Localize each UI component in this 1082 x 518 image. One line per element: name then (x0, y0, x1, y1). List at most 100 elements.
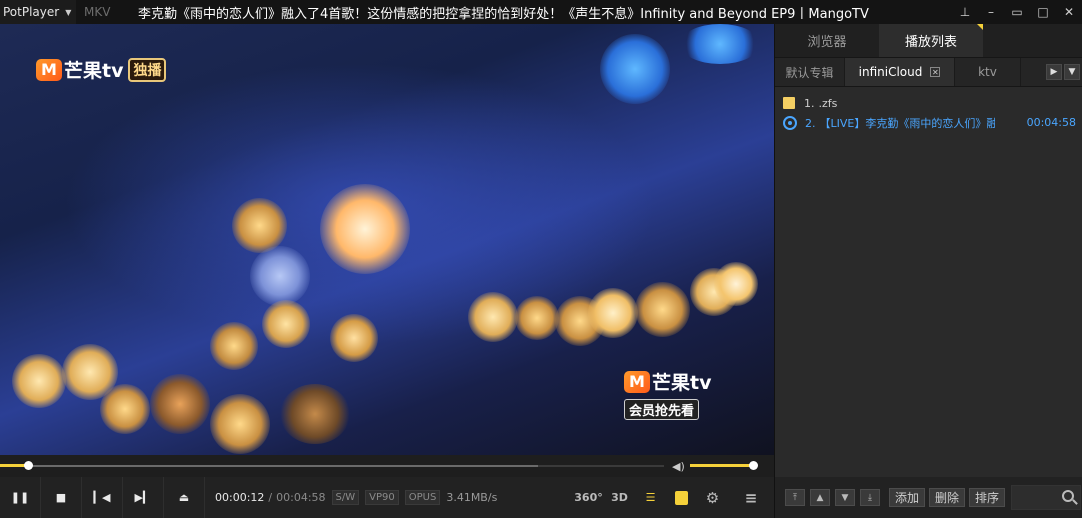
bokeh-light (468, 292, 518, 342)
folder-icon (783, 97, 795, 109)
playlist-toolbar: ⤒ ▲ ▼ ⤓ 添加 删除 排序 (775, 477, 1082, 518)
next-button[interactable]: ▶▎ (123, 477, 164, 518)
renderer-tag[interactable]: S/W (331, 490, 360, 505)
bokeh-light (250, 246, 310, 306)
logo-text: 芒果tv (652, 372, 712, 394)
settings-gear-icon[interactable]: ⚙ (697, 477, 728, 518)
subtab-label: infiniCloud (858, 65, 923, 79)
bokeh-light (262, 300, 310, 348)
subtab-label: 默认专辑 (785, 65, 834, 80)
bokeh-light (635, 282, 690, 337)
mangotv-logo-bottom: M 芒果tv 会员抢先看 (624, 368, 711, 420)
chevron-down-icon: ▼ (65, 7, 72, 17)
menu-icon[interactable]: ≡ (728, 477, 774, 518)
total-duration: 00:04:58 (276, 491, 326, 504)
subtab-nav: ▶ ▼ (1044, 58, 1082, 86)
bokeh-light (600, 34, 670, 104)
restore-icon[interactable]: ▭ (1004, 0, 1030, 24)
bokeh-light (100, 384, 150, 434)
panel-tabs: 浏览器 播放列表 (775, 24, 1082, 57)
next-icon: ▶▎ (134, 491, 152, 504)
add-button[interactable]: 添加 (889, 488, 926, 507)
subtitle-icon[interactable] (666, 477, 697, 518)
search-icon[interactable] (1062, 490, 1075, 502)
volume-icon[interactable]: ◀) (672, 460, 686, 473)
video-codec-tag[interactable]: VP90 (365, 490, 399, 505)
item-index: 1. (804, 96, 815, 110)
bokeh-light (210, 322, 258, 370)
time-separator: / (268, 491, 273, 504)
close-tab-icon[interactable]: ✕ (930, 67, 941, 77)
bokeh-light (210, 394, 270, 454)
bokeh-light (588, 288, 638, 338)
previous-button[interactable]: ▎◀ (82, 477, 123, 518)
item-index: 2. (805, 116, 816, 130)
bokeh-light (330, 314, 378, 362)
subtab-ktv[interactable]: ktv (955, 58, 1021, 86)
delete-button[interactable]: 删除 (929, 488, 966, 507)
bokeh-light (320, 184, 410, 274)
volume-handle[interactable] (748, 461, 758, 470)
now-playing-icon (783, 116, 797, 130)
close-icon[interactable]: ✕ (1056, 0, 1082, 24)
move-up-icon[interactable]: ▲ (810, 489, 830, 506)
item-name: .zfs (818, 96, 838, 110)
app-menu-button[interactable]: PotPlayer ▼ (0, 0, 76, 24)
item-name: 【LIVE】李克勤《雨中的恋人们》融入了4首歌！ (819, 117, 995, 130)
subtab-label: ktv (978, 65, 997, 79)
control-bar: ❚❚ ■ ▎◀ ▶▎ ⏏ 00:00:12 / 00:04:58 S/W VP9… (0, 477, 774, 518)
eject-button[interactable]: ⏏ (164, 477, 205, 518)
360-video-icon[interactable]: 360° (573, 477, 604, 518)
volume-level (690, 464, 753, 467)
chevron-right-icon[interactable]: ▶ (1046, 64, 1062, 80)
window-controls: ⊥ – ▭ □ ✕ (952, 0, 1082, 24)
logo-text: 芒果tv (64, 60, 124, 82)
control-icons-right: 360° 3D ☰ ⚙ ≡ (573, 477, 774, 518)
list-item[interactable]: 1. .zfs (775, 93, 1082, 113)
seek-bar[interactable]: ◀) (0, 455, 774, 477)
time-display: 00:00:12 / 00:04:58 (215, 491, 326, 504)
list-item[interactable]: 2. 【LIVE】李克勤《雨中的恋人们》融入了4首歌！ 00:04:58 (775, 113, 1082, 133)
tab-playlist[interactable]: 播放列表 (879, 24, 983, 57)
title-bar: PotPlayer ▼ MKV 李克勤《雨中的恋人们》融入了4首歌！这份情感的把… (0, 0, 1082, 24)
previous-icon: ▎◀ (93, 491, 111, 504)
playlist-search-icon[interactable]: ☰ (635, 477, 666, 518)
move-top-icon[interactable]: ⤒ (785, 489, 805, 506)
maximize-icon[interactable]: □ (1030, 0, 1056, 24)
bitrate: 3.41MB/s (446, 491, 498, 504)
potplayer-window: PotPlayer ▼ MKV 李克勤《雨中的恋人们》融入了4首歌！这份情感的把… (0, 0, 1082, 518)
playlist-search-input[interactable] (1011, 485, 1082, 510)
window-title: 李克勤《雨中的恋人们》融入了4首歌！这份情感的把控拿捏的恰到好处！《声生不息》I… (138, 7, 869, 22)
format-label: MKV (84, 5, 111, 19)
bokeh-light (280, 384, 350, 444)
bokeh-light (515, 296, 559, 340)
subtab-infinicloud[interactable]: infiniCloud ✕ (845, 58, 955, 86)
chevron-down-icon[interactable]: ▼ (1064, 64, 1080, 80)
eject-icon: ⏏ (178, 491, 190, 504)
bokeh-light (150, 374, 210, 434)
bokeh-light (714, 262, 758, 306)
bokeh-light (232, 198, 287, 253)
seek-buffer (0, 465, 538, 467)
bokeh-light (12, 354, 66, 408)
pause-button[interactable]: ❚❚ (0, 477, 41, 518)
tab-browser[interactable]: 浏览器 (775, 24, 879, 57)
stop-icon: ■ (55, 491, 67, 504)
mango-logo-icon: M (36, 58, 62, 81)
playlist: 1. .zfs 2. 【LIVE】李克勤《雨中的恋人们》融入了4首歌！ 00:0… (775, 87, 1082, 133)
audio-codec-tag[interactable]: OPUS (404, 490, 441, 505)
mango-logo-icon: M (624, 370, 650, 393)
video-frame[interactable]: M 芒果tv 独播 M 芒果tv 会员抢先看 (0, 24, 774, 455)
playlist-subtabs: 默认专辑 infiniCloud ✕ ktv ▶ ▼ (775, 57, 1082, 87)
sort-button[interactable]: 排序 (969, 488, 1006, 507)
current-time: 00:00:12 (215, 491, 265, 504)
subtab-default-album[interactable]: 默认专辑 (775, 58, 845, 86)
seek-handle[interactable] (23, 461, 33, 470)
minimize-icon[interactable]: – (978, 0, 1004, 24)
move-bottom-icon[interactable]: ⤓ (860, 489, 880, 506)
3d-mode-icon[interactable]: 3D (604, 477, 635, 518)
stop-button[interactable]: ■ (41, 477, 82, 518)
pin-icon[interactable]: ⊥ (952, 0, 978, 24)
exclusive-badge: 独播 (128, 57, 167, 82)
move-down-icon[interactable]: ▼ (835, 489, 855, 506)
